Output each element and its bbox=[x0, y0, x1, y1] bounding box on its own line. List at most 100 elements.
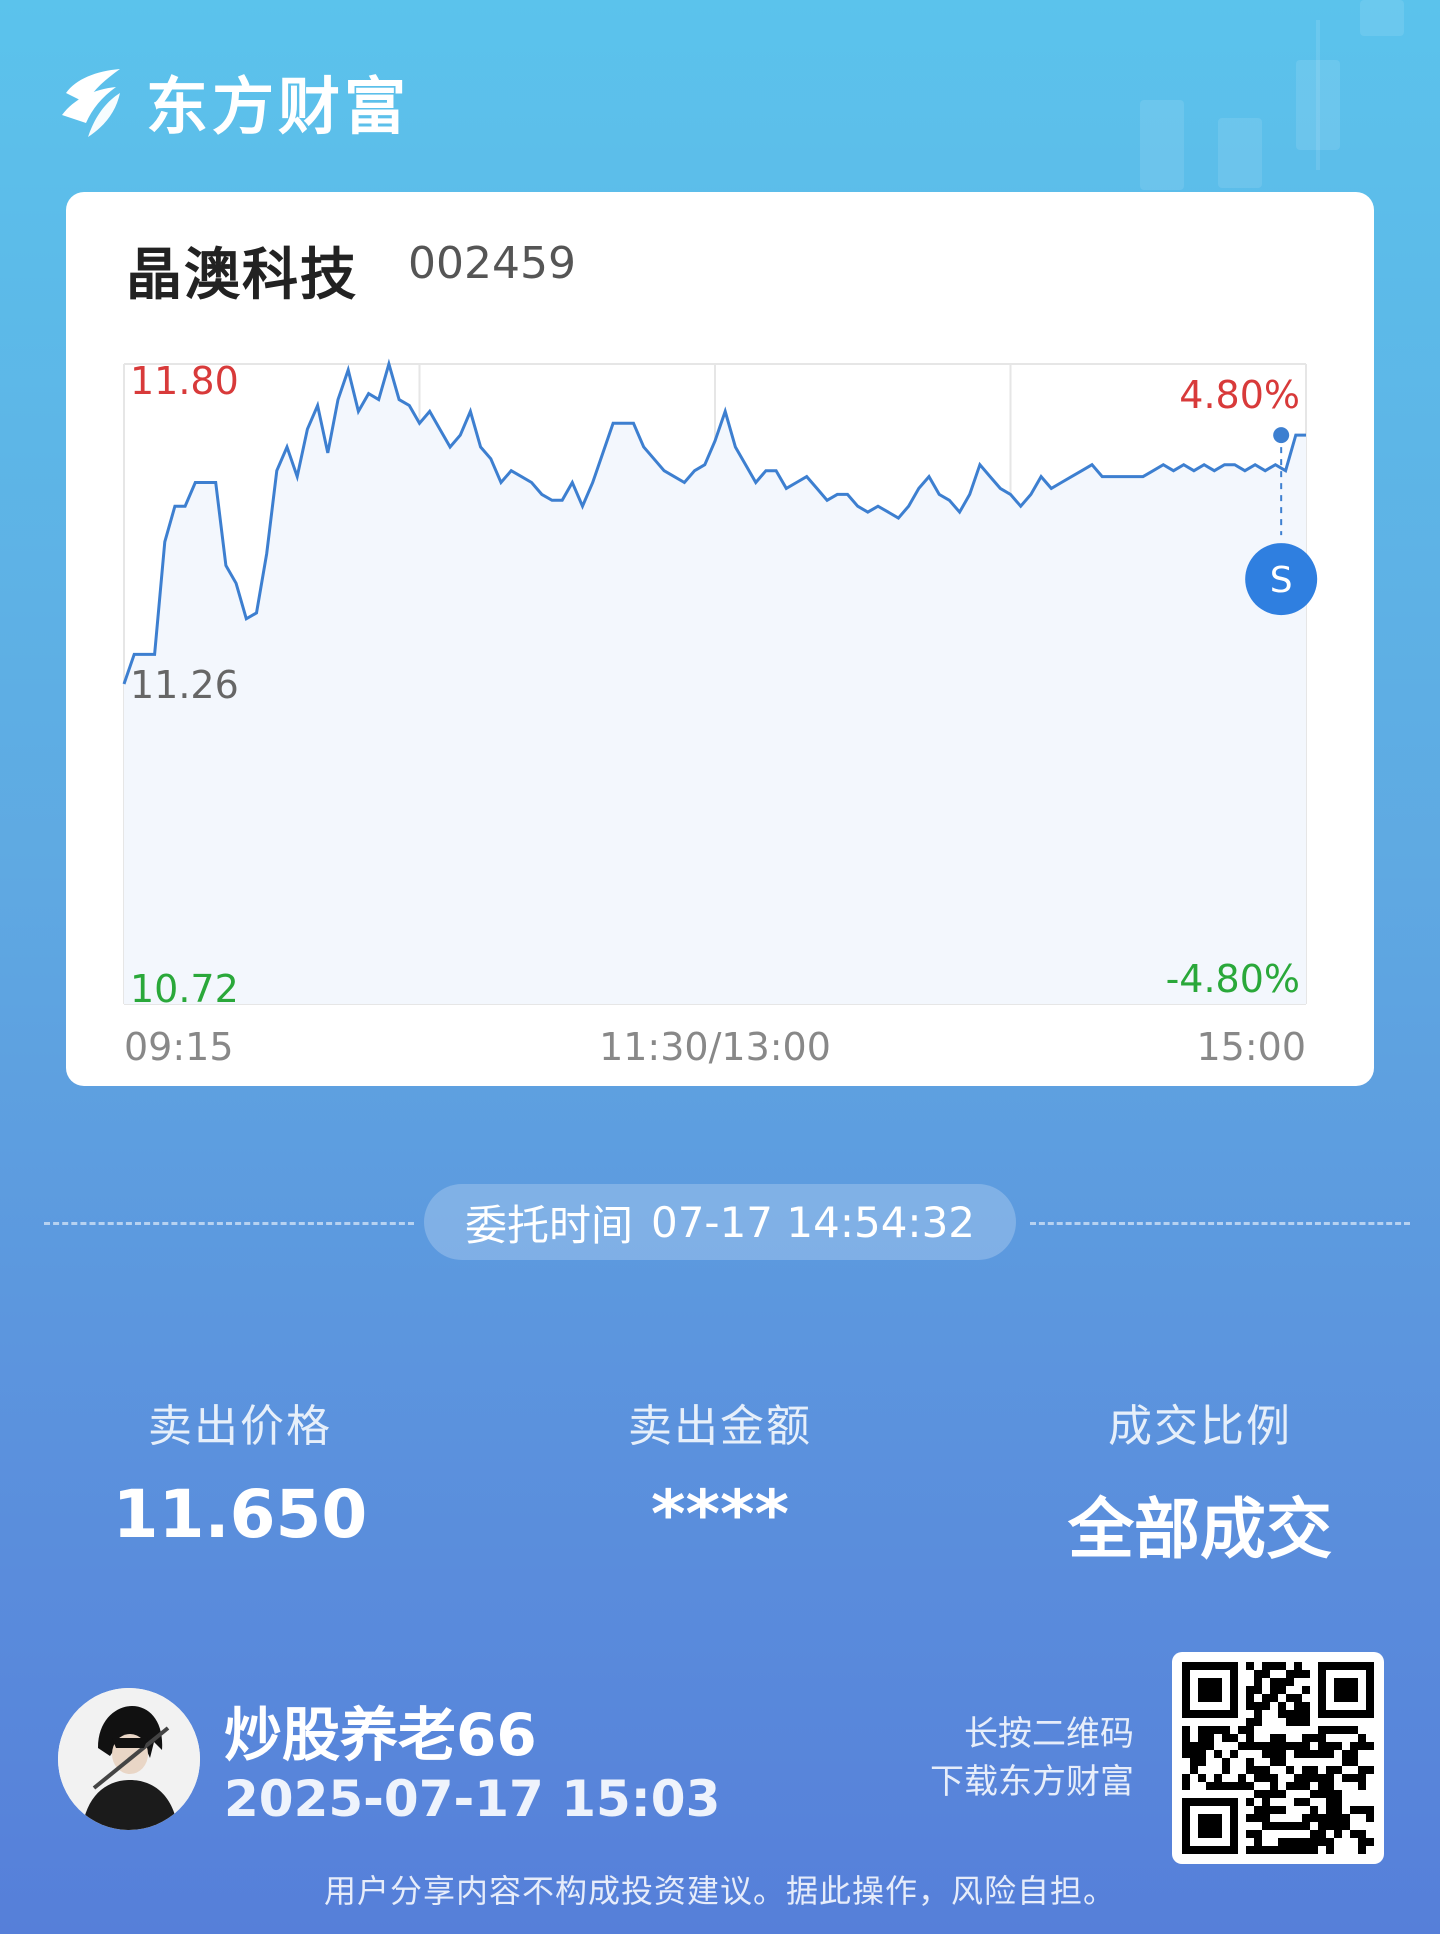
last-price-dot bbox=[1273, 427, 1290, 444]
disclaimer: 用户分享内容不构成投资建议。据此操作，风险自担。 bbox=[323, 1872, 1116, 1910]
qr-module bbox=[1358, 1838, 1366, 1846]
qr-module bbox=[1286, 1846, 1294, 1854]
qr-module bbox=[1254, 1806, 1262, 1814]
qr-module bbox=[1326, 1742, 1334, 1750]
qr-module bbox=[1294, 1846, 1302, 1854]
qr-module bbox=[1254, 1686, 1262, 1694]
stock-chart-card[interactable]: 晶澳科技 002459 S 11.80 11.26 10.72 4.80% -4… bbox=[66, 192, 1374, 1086]
qr-module bbox=[1254, 1846, 1262, 1854]
qr-finder-pattern bbox=[1198, 1814, 1222, 1838]
qr-module bbox=[1230, 1750, 1238, 1758]
qr-module bbox=[1318, 1742, 1326, 1750]
qr-module bbox=[1182, 1750, 1190, 1758]
qr-hint: 长按二维码 下载东方财富 bbox=[930, 1710, 1134, 1806]
qr-module bbox=[1310, 1806, 1318, 1814]
qr-module bbox=[1246, 1702, 1254, 1710]
qr-module bbox=[1294, 1774, 1302, 1782]
decor-candle bbox=[1360, 0, 1404, 36]
qr-module bbox=[1326, 1774, 1334, 1782]
order-time-label: 委托时间 bbox=[464, 1200, 633, 1250]
qr-module bbox=[1350, 1750, 1358, 1758]
qr-module bbox=[1262, 1750, 1270, 1758]
qr-module bbox=[1246, 1686, 1254, 1694]
qr-module bbox=[1262, 1774, 1270, 1782]
qr-module bbox=[1214, 1782, 1222, 1790]
avatar-image-icon bbox=[58, 1688, 200, 1830]
qr-module bbox=[1270, 1742, 1278, 1750]
qr-module bbox=[1334, 1830, 1342, 1838]
qr-module bbox=[1262, 1702, 1270, 1710]
qr-module bbox=[1198, 1774, 1206, 1782]
qr-module bbox=[1222, 1758, 1230, 1766]
x-label-open: 09:15 bbox=[124, 1025, 234, 1069]
qr-module bbox=[1326, 1814, 1334, 1822]
qr-module bbox=[1334, 1790, 1342, 1798]
qr-module bbox=[1254, 1718, 1262, 1726]
qr-module bbox=[1270, 1758, 1278, 1766]
qr-module bbox=[1334, 1806, 1342, 1814]
qr-module bbox=[1342, 1822, 1350, 1830]
qr-module bbox=[1350, 1726, 1358, 1734]
qr-module bbox=[1342, 1758, 1350, 1766]
qr-module bbox=[1302, 1798, 1310, 1806]
qr-module bbox=[1182, 1782, 1190, 1790]
qr-module bbox=[1342, 1750, 1350, 1758]
qr-module bbox=[1366, 1806, 1374, 1814]
qr-module bbox=[1198, 1742, 1206, 1750]
qr-module bbox=[1262, 1742, 1270, 1750]
qr-module bbox=[1278, 1806, 1286, 1814]
sell-marker-badge[interactable]: S bbox=[1245, 543, 1318, 616]
pct-label-high: 4.80% bbox=[1179, 373, 1300, 417]
brand-name: 东方财富 bbox=[146, 70, 411, 143]
qr-module bbox=[1302, 1822, 1310, 1830]
qr-module bbox=[1262, 1662, 1270, 1670]
qr-module bbox=[1326, 1846, 1334, 1854]
qr-module bbox=[1310, 1766, 1318, 1774]
qr-module bbox=[1190, 1758, 1198, 1766]
qr-module bbox=[1182, 1734, 1190, 1742]
qr-module bbox=[1278, 1838, 1286, 1846]
qr-module bbox=[1270, 1822, 1278, 1830]
qr-module bbox=[1366, 1742, 1374, 1750]
qr-module bbox=[1182, 1742, 1190, 1750]
qr-module bbox=[1206, 1726, 1214, 1734]
stat-fill-ratio: 成交比例 全部成交 bbox=[1020, 1390, 1380, 1572]
qr-module bbox=[1278, 1822, 1286, 1830]
qr-module bbox=[1278, 1686, 1286, 1694]
qr-module bbox=[1278, 1846, 1286, 1854]
qr-module bbox=[1262, 1806, 1270, 1814]
qr-module bbox=[1334, 1742, 1342, 1750]
qr-module bbox=[1302, 1686, 1310, 1694]
qr-module bbox=[1310, 1830, 1318, 1838]
qr-module bbox=[1286, 1718, 1294, 1726]
qr-module bbox=[1302, 1670, 1310, 1678]
qr-module bbox=[1222, 1766, 1230, 1774]
qr-module bbox=[1286, 1694, 1294, 1702]
qr-module bbox=[1294, 1718, 1302, 1726]
qr-module bbox=[1350, 1742, 1358, 1750]
x-label-midday: 11:30/13:00 bbox=[599, 1025, 831, 1069]
qr-module bbox=[1270, 1662, 1278, 1670]
qr-module bbox=[1302, 1710, 1310, 1718]
brand-header: 东方财富 bbox=[58, 56, 410, 146]
qr-module bbox=[1238, 1742, 1246, 1750]
qr-module bbox=[1246, 1694, 1254, 1702]
pct-label-low: -4.80% bbox=[1166, 957, 1300, 1001]
qr-module bbox=[1270, 1806, 1278, 1814]
user-avatar[interactable] bbox=[58, 1688, 200, 1830]
qr-module bbox=[1294, 1662, 1302, 1670]
qr-module bbox=[1286, 1678, 1294, 1686]
qr-module bbox=[1286, 1782, 1294, 1790]
user-name: 炒股养老66 bbox=[224, 1701, 537, 1769]
qr-module bbox=[1190, 1766, 1198, 1774]
intraday-chart: S 11.80 11.26 10.72 4.80% -4.80% 09:15 1… bbox=[122, 358, 1318, 1069]
qr-module bbox=[1270, 1686, 1278, 1694]
order-time-value: 07-17 14:54:32 bbox=[650, 1197, 976, 1247]
qr-hint-line2: 下载东方财富 bbox=[930, 1762, 1134, 1802]
stat-sell-price: 卖出价格 11.650 bbox=[60, 1390, 420, 1553]
qr-module bbox=[1326, 1806, 1334, 1814]
qr-module bbox=[1334, 1798, 1342, 1806]
qr-code[interactable] bbox=[1172, 1652, 1384, 1864]
qr-module bbox=[1310, 1846, 1318, 1854]
qr-module bbox=[1270, 1750, 1278, 1758]
